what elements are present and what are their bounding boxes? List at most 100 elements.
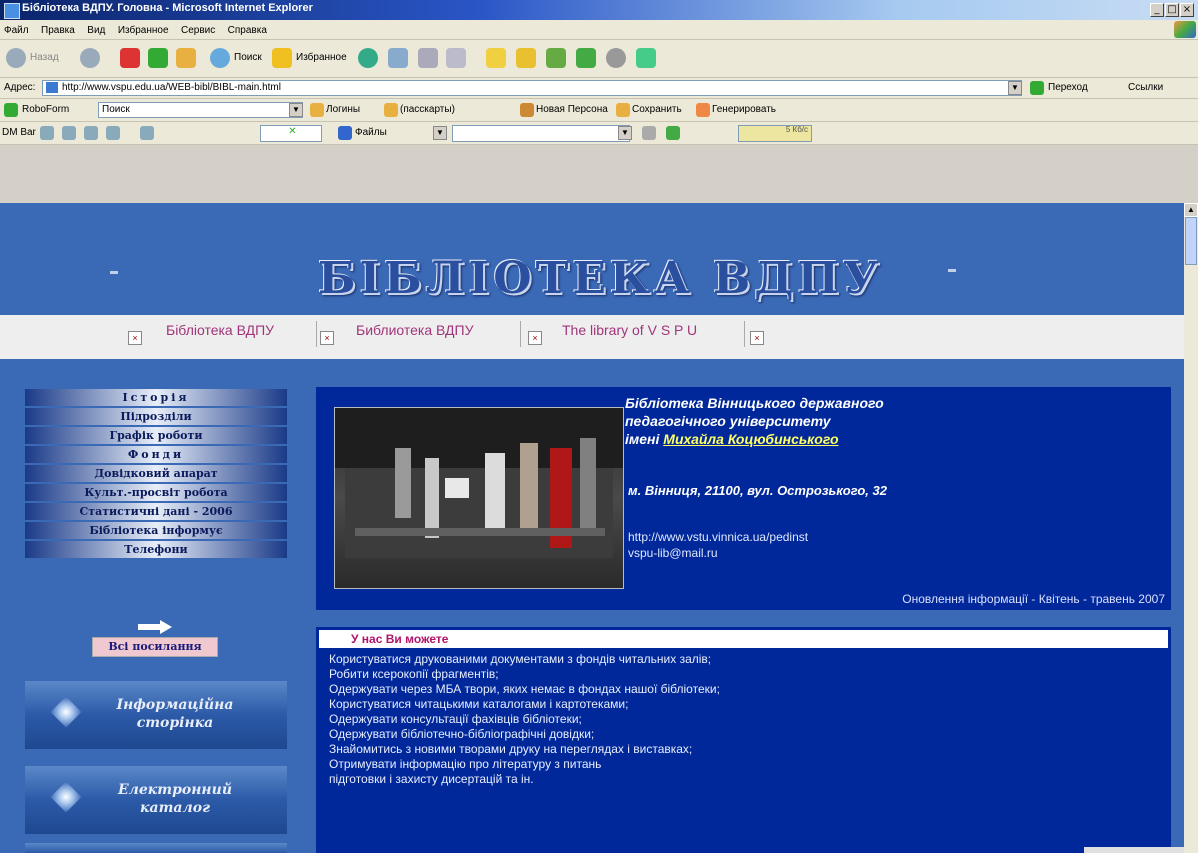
website-link[interactable]: http://www.vstu.vinnica.ua/pedinst [628, 530, 808, 544]
diamond-icon [50, 696, 82, 728]
nav-library-informs[interactable]: Бібліотека інформує [25, 522, 287, 539]
nav-cultural-work[interactable]: Культ.-просвіт робота [25, 484, 287, 501]
roboform-search-input[interactable]: Поиск [98, 102, 303, 118]
back-button-label[interactable]: Назад [30, 52, 59, 63]
roboform-menu[interactable]: RoboForm [22, 104, 69, 115]
nav-collections[interactable]: Фонди [25, 446, 287, 463]
download-icon[interactable] [666, 126, 680, 140]
dm-go-icon[interactable] [642, 126, 656, 140]
passcards-button[interactable]: (пасскарты) [400, 104, 455, 115]
speed-meter: 5 Кб/с [738, 125, 812, 142]
address-bar: Адрес: http://www.vspu.edu.ua/WEB-bibl/B… [0, 78, 1198, 99]
nav-statistics[interactable]: Статистичні дані - 2006 [25, 503, 287, 520]
new-identity-icon [520, 103, 534, 117]
logins-icon [310, 103, 324, 117]
save-button[interactable]: Сохранить [632, 104, 682, 115]
menu-tools[interactable]: Сервис [177, 22, 219, 36]
print-icon[interactable] [418, 48, 438, 68]
media-icon[interactable] [358, 48, 378, 68]
menu-view[interactable]: Вид [83, 22, 109, 36]
chat-icon[interactable] [576, 48, 596, 68]
scroll-up-arrow-icon[interactable]: ▲ [1184, 203, 1198, 217]
address-dropdown-button[interactable]: ▼ [1008, 81, 1022, 95]
toolbar-spacer [0, 145, 1198, 203]
search-button-label[interactable]: Поиск [234, 52, 262, 63]
close-button[interactable]: × [1180, 3, 1194, 17]
stop-icon[interactable] [120, 48, 140, 68]
folder-icon[interactable] [486, 48, 506, 68]
mail-icon[interactable] [388, 48, 408, 68]
service-item: Знайомитись з новими творами друку на пе… [329, 742, 693, 756]
service-item: Користуватися друкованими документами з … [329, 652, 712, 666]
messenger-icon[interactable] [546, 48, 566, 68]
dm-url-dropdown[interactable]: ▼ [618, 126, 632, 140]
dm-list-icon[interactable] [84, 126, 98, 140]
tool-icon[interactable] [636, 48, 656, 68]
reading-room-photo [335, 408, 623, 558]
files-dropdown[interactable]: ▼ [433, 126, 447, 140]
window-titlebar[interactable]: Бібліотека ВДПУ. Головна - Microsoft Int… [0, 0, 1198, 20]
tab-english[interactable]: The library of V S P U [562, 322, 697, 338]
back-icon[interactable] [6, 48, 26, 68]
dm-add-icon[interactable] [62, 126, 76, 140]
email-link[interactable]: vspu-lib@mail.ru [628, 546, 718, 560]
next-nav-button[interactable] [25, 843, 287, 853]
favorites-button-label[interactable]: Избранное [296, 52, 347, 63]
broken-image-icon: × [750, 331, 764, 345]
go-arrow-icon[interactable] [1030, 81, 1044, 95]
vertical-scrollbar[interactable]: ▲ [1184, 203, 1198, 853]
ie-app-icon [4, 3, 20, 19]
minimize-button[interactable]: _ [1150, 3, 1164, 17]
dm-options-icon[interactable] [40, 126, 54, 140]
menu-file[interactable]: Файл [0, 22, 33, 36]
services-box: У нас Ви можете Користуватися друкованим… [316, 627, 1171, 853]
library-photo [334, 407, 624, 589]
logins-button[interactable]: Логины [326, 104, 360, 115]
notes-icon[interactable] [516, 48, 536, 68]
generate-button[interactable]: Генерировать [712, 104, 776, 115]
dm-window-icon[interactable] [106, 126, 120, 140]
tab-divider [744, 321, 745, 347]
all-links-button[interactable]: Всі посилання [92, 637, 218, 657]
nav-departments[interactable]: Підрозділи [25, 408, 287, 425]
tab-russian[interactable]: Библиотека ВДПУ [356, 322, 473, 338]
library-title-line1: Бібліотека Вінницького державного [625, 395, 884, 411]
tab-ukrainian[interactable]: Бібліотека ВДПУ [166, 322, 274, 338]
address-url: http://www.vspu.edu.ua/WEB-bibl/BIBL-mai… [62, 82, 281, 93]
address-input[interactable]: http://www.vspu.edu.ua/WEB-bibl/BIBL-mai… [42, 80, 1022, 96]
home-icon[interactable] [176, 48, 196, 68]
nav-phones[interactable]: Телефони [25, 541, 287, 558]
info-page-button[interactable]: Інформаційна сторінка [25, 681, 287, 749]
kotsiubynsky-link[interactable]: Михайла Коцюбинського [663, 431, 838, 447]
menu-favorites[interactable]: Избранное [114, 22, 173, 36]
diamond-icon [50, 781, 82, 813]
scroll-thumb[interactable] [1185, 217, 1197, 265]
standard-toolbar: Назад Поиск Избранное [0, 40, 1198, 78]
nav-reference[interactable]: Довідковий апарат [25, 465, 287, 482]
dm-url-input[interactable] [452, 125, 630, 142]
nav-schedule[interactable]: Графік роботи [25, 427, 287, 444]
dm-panel-icon[interactable] [140, 126, 154, 140]
dm-cancel-icon[interactable]: ✕ [260, 125, 322, 142]
roboform-toolbar: RoboForm Поиск ▼ Логины (пасскарты) Нова… [0, 99, 1198, 122]
menu-edit[interactable]: Правка [37, 22, 79, 36]
service-item: Одержувати бібліотечно-бібліографічні до… [329, 727, 595, 741]
new-identity-button[interactable]: Новая Персона [536, 104, 608, 115]
search-icon[interactable] [210, 48, 230, 68]
files-label: Файлы [355, 127, 387, 138]
forward-icon[interactable] [80, 48, 100, 68]
nav-history[interactable]: Історія [25, 389, 287, 406]
links-button[interactable]: Ссылки [1128, 82, 1163, 93]
refresh-icon[interactable] [148, 48, 168, 68]
e-catalog-button[interactable]: Електронний каталог [25, 766, 287, 834]
menu-help[interactable]: Справка [224, 22, 271, 36]
research-icon[interactable] [606, 48, 626, 68]
edit-icon[interactable] [446, 48, 466, 68]
window-title: Бібліотека ВДПУ. Головна - Microsoft Int… [22, 2, 313, 14]
roboform-search-dropdown[interactable]: ▼ [289, 103, 303, 117]
tab-divider [316, 321, 317, 347]
go-button[interactable]: Переход [1048, 82, 1088, 93]
favorites-star-icon[interactable] [272, 48, 292, 68]
info-page-label: Інформаційна сторінка [116, 697, 234, 731]
maximize-button[interactable]: □ [1165, 3, 1179, 17]
